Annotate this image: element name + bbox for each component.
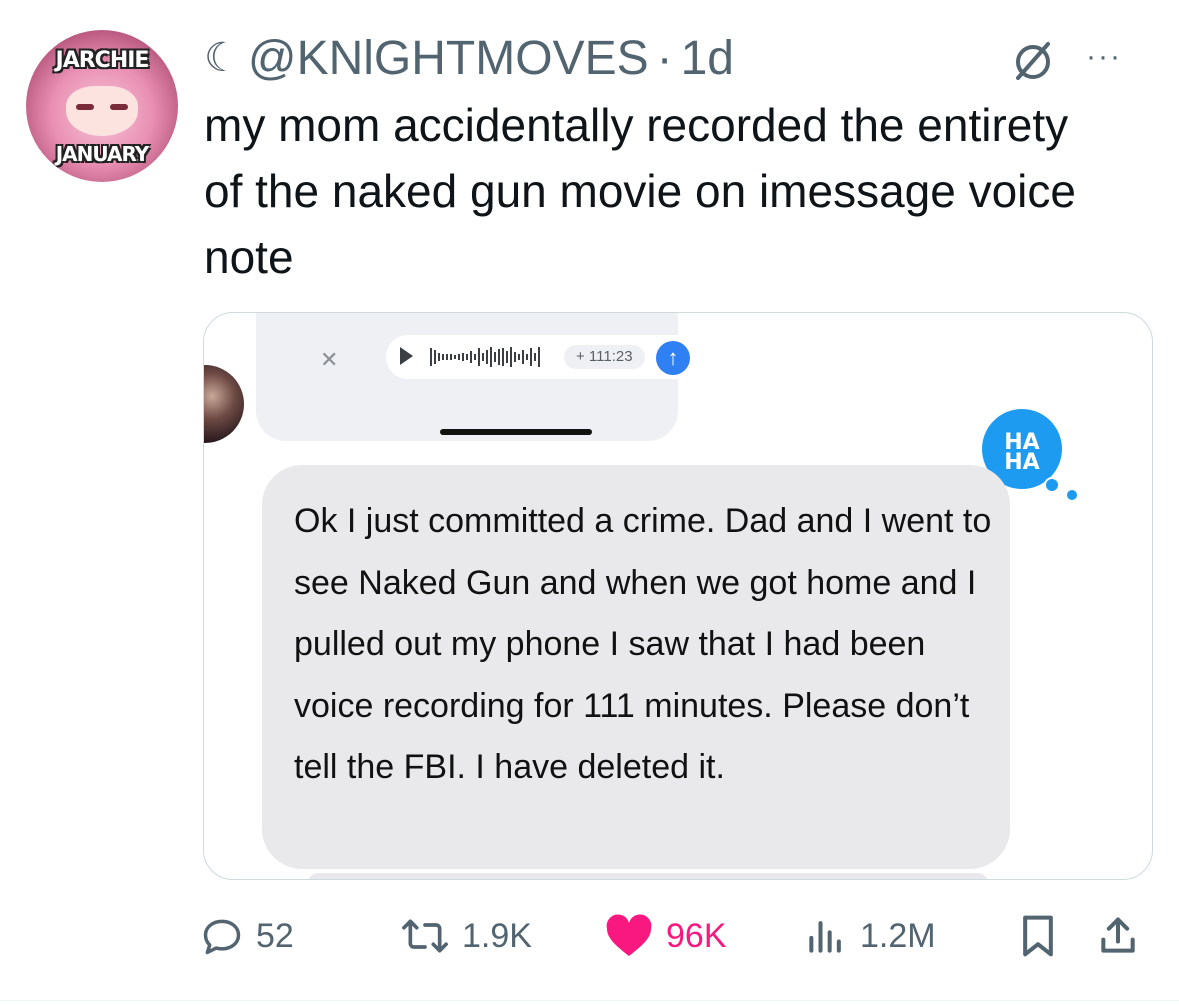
- send-arrow-icon[interactable]: ↑: [656, 341, 690, 375]
- avatar-eye: [76, 104, 94, 110]
- home-indicator: [440, 429, 592, 435]
- divider: [0, 1000, 1179, 1001]
- reply-icon: [203, 919, 241, 955]
- avatar[interactable]: JARCHIE JANUARY: [26, 30, 178, 182]
- bookmark-button[interactable]: [1018, 906, 1058, 966]
- avatar-bottom-text: JANUARY: [55, 142, 150, 166]
- user-handle[interactable]: @KNlGHTMOVES: [248, 31, 649, 86]
- bookmark-icon: [1023, 915, 1053, 957]
- repost-count: 1.9K: [462, 916, 532, 955]
- reply-button[interactable]: 52: [200, 906, 294, 966]
- recording-duration: + 111:23: [564, 345, 645, 369]
- separator-dot: ·: [656, 31, 673, 85]
- waveform-icon: [430, 347, 540, 367]
- media-image[interactable]: ✕ + 111:23 ↑ HA HA Ok I just committed a…: [203, 312, 1153, 880]
- avatar-face: [66, 86, 138, 136]
- more-options-icon[interactable]: ···: [1086, 40, 1122, 74]
- tweet-text: my mom accidentally recorded the entiret…: [204, 99, 1076, 283]
- share-button[interactable]: [1096, 906, 1140, 966]
- avatar-eye: [110, 104, 128, 110]
- moon-icon: ☾: [204, 36, 240, 80]
- share-icon: [1101, 917, 1135, 953]
- haha-label: HA HA: [982, 432, 1062, 475]
- like-count: 96K: [666, 916, 727, 955]
- views-count: 1.2M: [860, 916, 936, 955]
- views-bar-chart-icon: [809, 921, 841, 953]
- next-message-bubble-edge: [308, 873, 988, 879]
- tweet-header: ☾ @KNlGHTMOVES · 1d: [204, 28, 734, 88]
- heart-icon: [606, 914, 652, 956]
- repost-icon: [402, 919, 448, 953]
- message-text: Ok I just committed a crime. Dad and I w…: [294, 502, 992, 786]
- reply-count: 52: [256, 916, 294, 955]
- voice-note-composer: ✕ + 111:23 ↑: [256, 313, 720, 441]
- avatar-top-text: JARCHIE: [55, 48, 150, 73]
- close-icon[interactable]: ✕: [320, 347, 338, 373]
- empty-set-icon: [1016, 42, 1050, 80]
- play-icon[interactable]: [400, 347, 413, 365]
- repost-button[interactable]: 1.9K: [400, 906, 532, 966]
- tweet-time[interactable]: 1d: [681, 31, 734, 86]
- like-button[interactable]: 96K: [604, 906, 727, 966]
- contact-avatar: [204, 365, 244, 443]
- views-button[interactable]: 1.2M: [804, 906, 936, 966]
- action-bar: 52 1.9K 96K 1.2M: [200, 906, 1150, 966]
- haha-line-2: HA: [1004, 450, 1040, 475]
- message-bubble: Ok I just committed a crime. Dad and I w…: [262, 465, 1010, 869]
